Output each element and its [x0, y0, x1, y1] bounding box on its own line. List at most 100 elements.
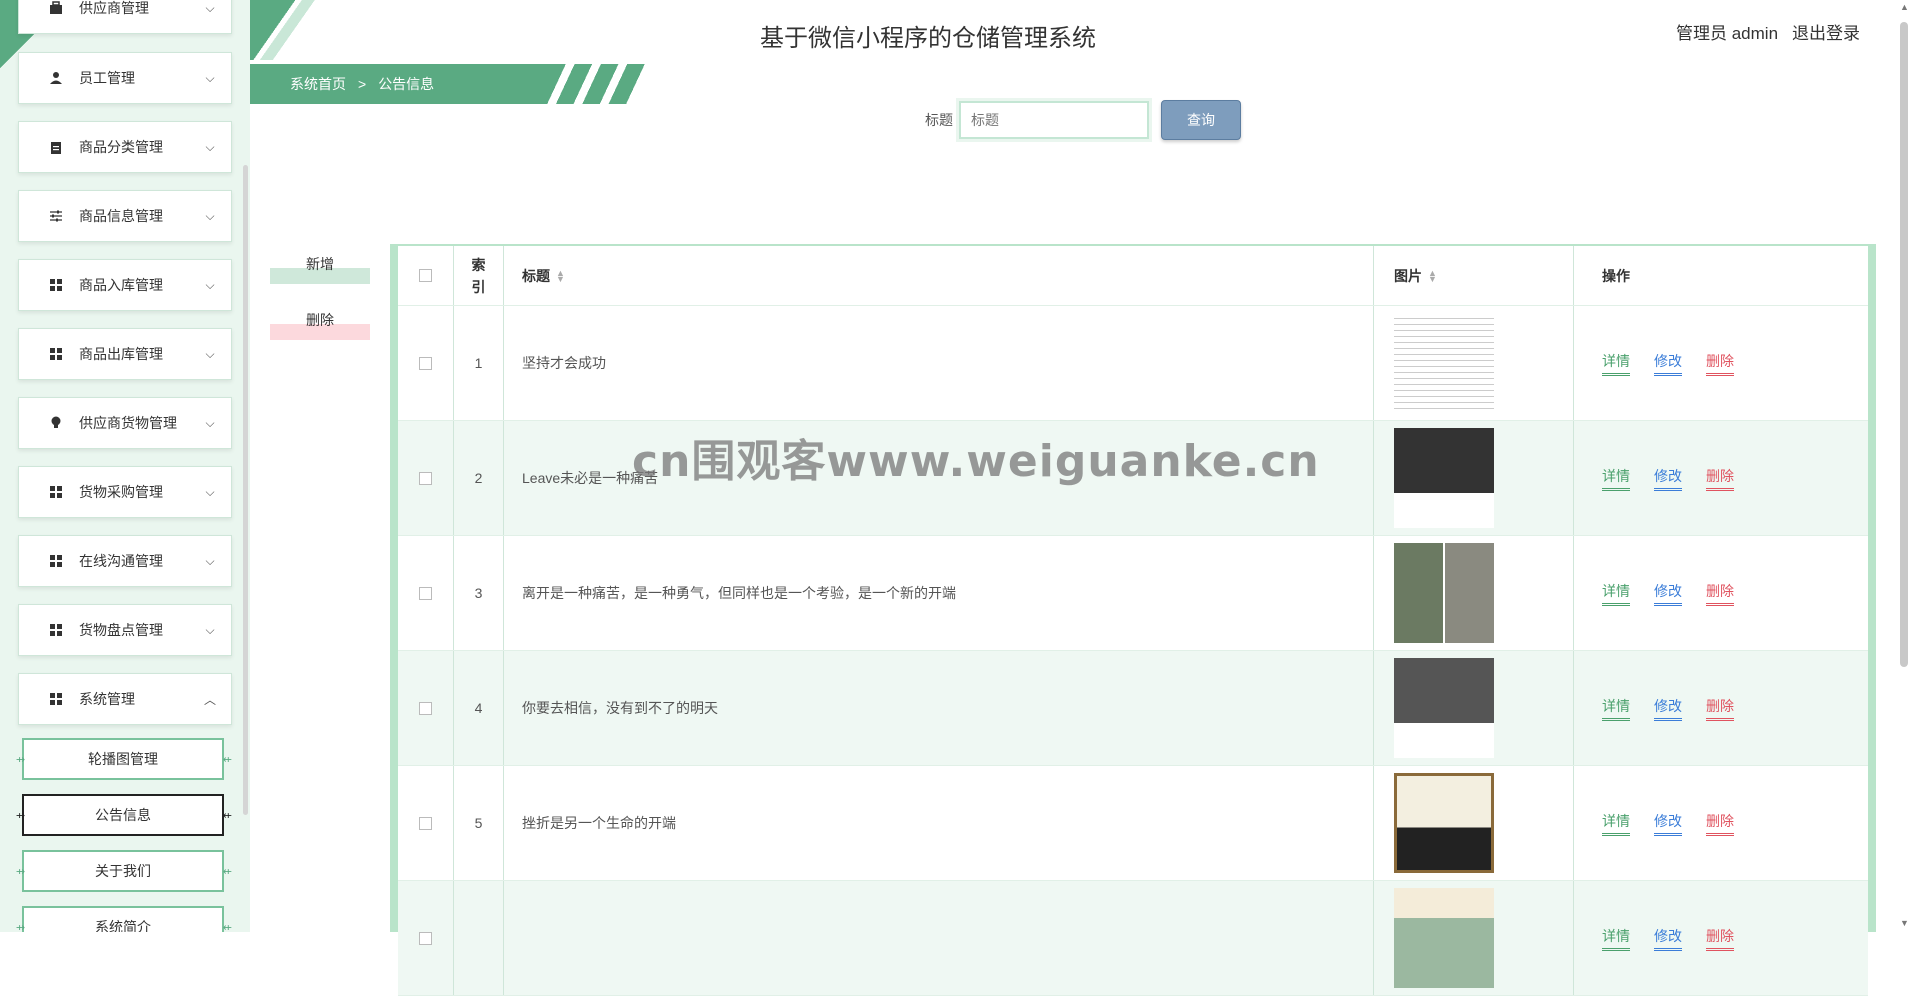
header-title-label: 标题: [522, 267, 550, 284]
notice-thumbnail[interactable]: [1394, 773, 1494, 873]
edit-link[interactable]: 修改: [1654, 581, 1682, 606]
scroll-up-icon[interactable]: ▲: [1900, 2, 1909, 12]
sidebar-item-label: 供应商货物管理: [79, 415, 177, 431]
delete-link[interactable]: 删除: [1706, 351, 1734, 376]
sliders-icon: [47, 207, 65, 225]
sidebar-item-category[interactable]: 商品分类管理 ⌵: [18, 121, 232, 173]
sidebar-item-system[interactable]: 系统管理 ︿: [18, 673, 232, 725]
chevron-down-icon: ⌵: [205, 415, 215, 430]
system-title: 基于微信小程序的仓储管理系统: [760, 25, 1096, 52]
row-image-cell: [1374, 306, 1574, 420]
row-checkbox[interactable]: [419, 586, 432, 600]
sidebar: 供应商管理 ⌵ 员工管理 ⌵ 商品分类管理 ⌵ 商品信息管理 ⌵ 商品入库管理 …: [0, 0, 250, 932]
detail-link[interactable]: 详情: [1602, 351, 1630, 376]
table-row: 详情 修改 删除: [398, 881, 1868, 996]
grid-icon: [47, 483, 65, 501]
edit-link[interactable]: 修改: [1654, 466, 1682, 491]
delete-link[interactable]: 删除: [1706, 466, 1734, 491]
detail-link[interactable]: 详情: [1602, 926, 1630, 951]
bulb-icon: [47, 414, 65, 432]
chevron-down-icon: ⌵: [205, 0, 215, 15]
row-ops: 详情 修改 删除: [1574, 651, 1868, 765]
grid-icon: [47, 276, 65, 294]
row-image-cell: [1374, 536, 1574, 650]
chevron-down-icon: ⌵: [205, 484, 215, 499]
notice-thumbnail[interactable]: [1394, 658, 1494, 758]
row-checkbox[interactable]: [419, 701, 432, 715]
delete-link[interactable]: 删除: [1706, 696, 1734, 721]
sort-icon[interactable]: ▲ ▼: [1428, 268, 1437, 283]
breadcrumb-home[interactable]: 系统首页: [290, 74, 346, 94]
sub-item-carousel[interactable]: ⇸ 轮播图管理 ⇷: [16, 738, 232, 780]
sidebar-item-label: 商品信息管理: [79, 208, 163, 224]
header-title[interactable]: 标题 ▲ ▼: [504, 246, 1374, 305]
sidebar-item-goods[interactable]: 商品信息管理 ⌵: [18, 190, 232, 242]
table-row: 4 你要去相信，没有到不了的明天 详情 修改 删除: [398, 651, 1868, 766]
arrow-icon: ⇷: [222, 865, 232, 878]
breadcrumb-separator: >: [358, 76, 367, 92]
row-title: [504, 881, 1374, 995]
edit-link[interactable]: 修改: [1654, 696, 1682, 721]
sub-item-intro[interactable]: ⇸ 系统简介 ⇷: [16, 906, 232, 932]
sidebar-item-outbound[interactable]: 商品出库管理 ⌵: [18, 328, 232, 380]
sort-icon[interactable]: ▲ ▼: [556, 268, 565, 283]
page-scrollbar[interactable]: [1900, 22, 1908, 667]
delete-link[interactable]: 删除: [1706, 926, 1734, 951]
sidebar-item-label: 商品入库管理: [79, 277, 163, 293]
logout-link[interactable]: 退出登录: [1792, 24, 1860, 43]
edit-link[interactable]: 修改: [1654, 351, 1682, 376]
row-ops: 详情 修改 删除: [1574, 536, 1868, 650]
detail-link[interactable]: 详情: [1602, 811, 1630, 836]
chevron-down-icon: ⌵: [205, 277, 215, 292]
sub-item-notice[interactable]: ⇸ 公告信息 ⇷: [16, 794, 232, 836]
sidebar-item-chat[interactable]: 在线沟通管理 ⌵: [18, 535, 232, 587]
notice-thumbnail[interactable]: [1394, 428, 1494, 528]
chevron-down-icon: ⌵: [205, 208, 215, 223]
sidebar-item-inbound[interactable]: 商品入库管理 ⌵: [18, 259, 232, 311]
row-checkbox[interactable]: [419, 356, 432, 370]
row-checkbox[interactable]: [419, 471, 432, 485]
sidebar-item-supplier[interactable]: 供应商管理 ⌵: [18, 0, 232, 34]
sidebar-scrollbar[interactable]: [243, 165, 248, 815]
row-ops: 详情 修改 删除: [1574, 421, 1868, 535]
grid-icon: [47, 621, 65, 639]
query-button[interactable]: 查询: [1161, 100, 1241, 140]
scroll-down-icon[interactable]: ▼: [1900, 918, 1909, 928]
notice-thumbnail[interactable]: [1394, 543, 1494, 643]
sidebar-item-staff[interactable]: 员工管理 ⌵: [18, 52, 232, 104]
notice-thumbnail[interactable]: [1394, 888, 1494, 988]
sidebar-item-supplier-goods[interactable]: 供应商货物管理 ⌵: [18, 397, 232, 449]
arrow-icon: ⇸: [16, 921, 25, 933]
sidebar-item-label: 在线沟通管理: [79, 553, 163, 569]
row-image-cell: [1374, 881, 1574, 995]
select-all-checkbox[interactable]: [419, 269, 432, 282]
edit-link[interactable]: 修改: [1654, 811, 1682, 836]
detail-link[interactable]: 详情: [1602, 696, 1630, 721]
row-select-cell: [398, 536, 454, 650]
watermark: cn围观客www.weiguanke.cn: [632, 436, 1320, 487]
row-checkbox[interactable]: [419, 931, 432, 945]
sidebar-item-purchase[interactable]: 货物采购管理 ⌵: [18, 466, 232, 518]
sidebar-item-stocktake[interactable]: 货物盘点管理 ⌵: [18, 604, 232, 656]
delete-link[interactable]: 删除: [1706, 811, 1734, 836]
row-checkbox[interactable]: [419, 816, 432, 830]
grid-icon: [47, 552, 65, 570]
title-search-input[interactable]: [956, 98, 1152, 142]
batch-delete-button[interactable]: 删除: [270, 308, 370, 340]
detail-link[interactable]: 详情: [1602, 466, 1630, 491]
notice-thumbnail[interactable]: [1394, 313, 1494, 413]
grid-icon: [47, 690, 65, 708]
chevron-down-icon: ⌵: [205, 139, 215, 154]
sidebar-item-label: 货物采购管理: [79, 484, 163, 500]
header-image[interactable]: 图片 ▲ ▼: [1374, 246, 1574, 305]
delete-link[interactable]: 删除: [1706, 581, 1734, 606]
header-image-label: 图片: [1394, 267, 1422, 284]
sidebar-item-label: 员工管理: [79, 70, 135, 86]
add-button[interactable]: 新增: [270, 252, 370, 284]
edit-link[interactable]: 修改: [1654, 926, 1682, 951]
detail-link[interactable]: 详情: [1602, 581, 1630, 606]
table-row: 1 坚持才会成功 详情 修改 删除: [398, 306, 1868, 421]
row-index: 5: [454, 766, 504, 880]
sub-item-about[interactable]: ⇸ 关于我们 ⇷: [16, 850, 232, 892]
row-title: 挫折是另一个生命的开端: [504, 766, 1374, 880]
